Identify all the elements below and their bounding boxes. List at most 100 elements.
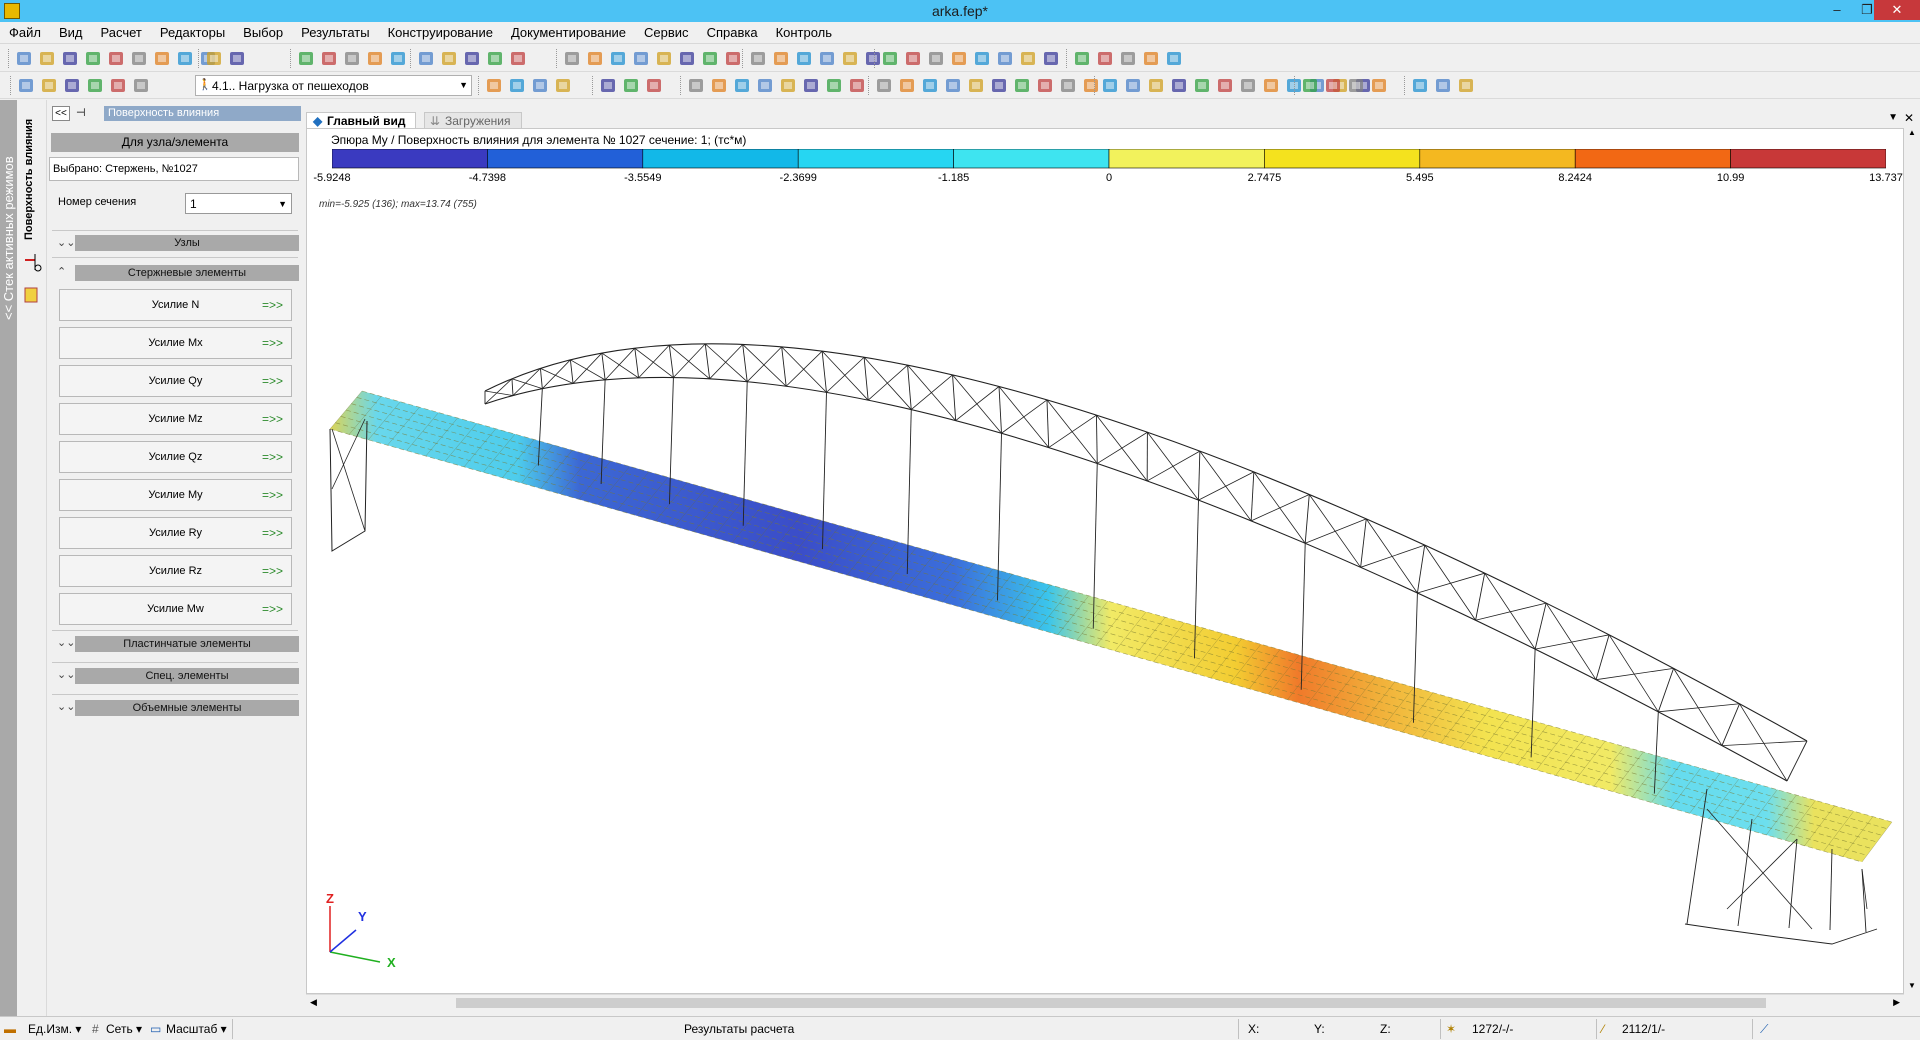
vertical-scrollbar[interactable]: ▲ ▼ [1904, 128, 1920, 994]
menu-item-8[interactable]: Сервис [635, 22, 698, 40]
scrollbar-thumb[interactable] [456, 998, 1766, 1008]
chevron-down-icon[interactable]: ⌄⌄ [57, 636, 75, 649]
toolbar-button-icon[interactable] [14, 49, 34, 68]
close-view-icon[interactable]: ✕ [1904, 111, 1914, 125]
snap-icon[interactable]: ⟋ [1760, 1022, 1768, 1037]
menu-item-9[interactable]: Справка [698, 22, 767, 40]
group-nodes[interactable]: Узлы [75, 235, 299, 251]
toolbar-button-icon[interactable] [108, 76, 128, 95]
toolbar-button-icon[interactable] [106, 49, 126, 68]
toolbar-button-icon[interactable] [840, 49, 860, 68]
toolbar-button-icon[interactable] [654, 49, 674, 68]
toolbar-button-icon[interactable] [553, 76, 573, 95]
toolbar-button-icon[interactable] [824, 76, 844, 95]
toolbar-button-icon[interactable] [342, 49, 362, 68]
side-tools-icon[interactable] [21, 250, 43, 310]
section-number-select[interactable]: 1 ▼ [185, 193, 292, 214]
toolbar-button-icon[interactable] [388, 49, 408, 68]
toolbar-button-icon[interactable] [1410, 76, 1430, 95]
menu-item-6[interactable]: Конструирование [379, 22, 502, 40]
toolbar-button-icon[interactable] [817, 49, 837, 68]
toolbar-button-icon[interactable] [1058, 76, 1078, 95]
toolbar-button-icon[interactable] [129, 49, 149, 68]
toolbar-button-icon[interactable] [296, 49, 316, 68]
toolbar-button-icon[interactable] [1300, 76, 1320, 95]
toolbar-button-icon[interactable] [801, 76, 821, 95]
group-volume-elements[interactable]: Объемные элементы [75, 700, 299, 716]
toolbar-button-icon[interactable] [462, 49, 482, 68]
toolbar-button-icon[interactable] [83, 49, 103, 68]
toolbar-button-icon[interactable] [949, 49, 969, 68]
menu-item-5[interactable]: Результаты [292, 22, 378, 40]
menu-item-2[interactable]: Расчет [92, 22, 151, 40]
toolbar-button-icon[interactable] [755, 76, 775, 95]
toolbar-button-icon[interactable] [1261, 76, 1281, 95]
toolbar-button-icon[interactable] [709, 76, 729, 95]
chevron-down-icon[interactable]: ⌄⌄ [57, 668, 75, 681]
force-button-0[interactable]: Усилие N =>> [59, 289, 292, 321]
force-button-4[interactable]: Усилие Qz =>> [59, 441, 292, 473]
scroll-up-icon[interactable]: ▲ [1908, 128, 1916, 137]
chevron-up-icon[interactable]: ⌃ [57, 265, 66, 278]
toolbar-button-icon[interactable] [631, 49, 651, 68]
force-button-8[interactable]: Усилие Mw =>> [59, 593, 292, 625]
toolbar-button-icon[interactable] [1018, 49, 1038, 68]
tab-main-view[interactable]: ◆ Главный вид [306, 112, 417, 129]
toolbar-button-icon[interactable] [530, 76, 550, 95]
force-button-7[interactable]: Усилие Rz =>> [59, 555, 292, 587]
toolbar-button-icon[interactable] [989, 76, 1009, 95]
toolbar-button-icon[interactable] [1141, 49, 1161, 68]
toolbar-button-icon[interactable] [1169, 76, 1189, 95]
tab-loads[interactable]: ⇊ Загружения [424, 112, 522, 129]
toolbar-button-icon[interactable] [1012, 76, 1032, 95]
toolbar-button-icon[interactable] [227, 49, 247, 68]
main-view[interactable]: Эпюра My / Поверхность влияния для элеме… [306, 128, 1904, 994]
toolbar-button-icon[interactable] [897, 76, 917, 95]
toolbar-button-icon[interactable] [16, 76, 36, 95]
toolbar-button-icon[interactable] [723, 49, 743, 68]
scroll-down-icon[interactable]: ▼ [1908, 981, 1916, 990]
toolbar-button-icon[interactable] [847, 76, 867, 95]
toolbar-button-icon[interactable] [416, 49, 436, 68]
toolbar-button-icon[interactable] [439, 49, 459, 68]
toolbar-button-icon[interactable] [85, 76, 105, 95]
toolbar-button-icon[interactable] [794, 49, 814, 68]
toolbar-button-icon[interactable] [920, 76, 940, 95]
menu-item-0[interactable]: Файл [0, 22, 50, 40]
toolbar-button-icon[interactable] [598, 76, 618, 95]
menu-item-7[interactable]: Документирование [502, 22, 635, 40]
toolbar-button-icon[interactable] [771, 49, 791, 68]
toolbar-button-icon[interactable] [677, 49, 697, 68]
toolbar-button-icon[interactable] [1433, 76, 1453, 95]
toolbar-button-icon[interactable] [748, 49, 768, 68]
chevron-down-icon[interactable]: ⌄⌄ [57, 700, 75, 713]
force-button-5[interactable]: Усилие My =>> [59, 479, 292, 511]
minimize-icon[interactable]: – [1822, 0, 1852, 20]
horizontal-scrollbar[interactable]: ◀ ▶ [306, 994, 1904, 1010]
group-rod-elements[interactable]: Стержневые элементы [75, 265, 299, 281]
toolbar-button-icon[interactable] [1369, 76, 1389, 95]
force-button-3[interactable]: Усилие Mz =>> [59, 403, 292, 435]
group-special-elements[interactable]: Спец. элементы [75, 668, 299, 684]
load-case-select[interactable]: 🚶 4.1.. Нагрузка от пешеходов ▼ [195, 75, 472, 96]
toolbar-button-icon[interactable] [508, 49, 528, 68]
toolbar-button-icon[interactable] [204, 49, 224, 68]
mode-node-element-button[interactable]: Для узла/элемента [51, 133, 299, 152]
group-plate-elements[interactable]: Пластинчатые элементы [75, 636, 299, 652]
toolbar-button-icon[interactable] [1081, 76, 1101, 95]
toolbar-button-icon[interactable] [1346, 76, 1366, 95]
toolbar-button-icon[interactable] [585, 49, 605, 68]
grid-menu[interactable]: Сеть ▾ [106, 1022, 142, 1036]
toolbar-button-icon[interactable] [778, 76, 798, 95]
toolbar-button-icon[interactable] [732, 76, 752, 95]
toolbar-button-icon[interactable] [972, 49, 992, 68]
toolbar-button-icon[interactable] [365, 49, 385, 68]
toolbar-button-icon[interactable] [37, 49, 57, 68]
toolbar-button-icon[interactable] [995, 49, 1015, 68]
toolbar-button-icon[interactable] [926, 49, 946, 68]
toolbar-button-icon[interactable] [1100, 76, 1120, 95]
chevron-down-icon[interactable]: ⌄⌄ [57, 236, 75, 249]
toolbar-button-icon[interactable] [562, 49, 582, 68]
force-button-6[interactable]: Усилие Ry =>> [59, 517, 292, 549]
close-icon[interactable]: ✕ [1874, 0, 1920, 20]
